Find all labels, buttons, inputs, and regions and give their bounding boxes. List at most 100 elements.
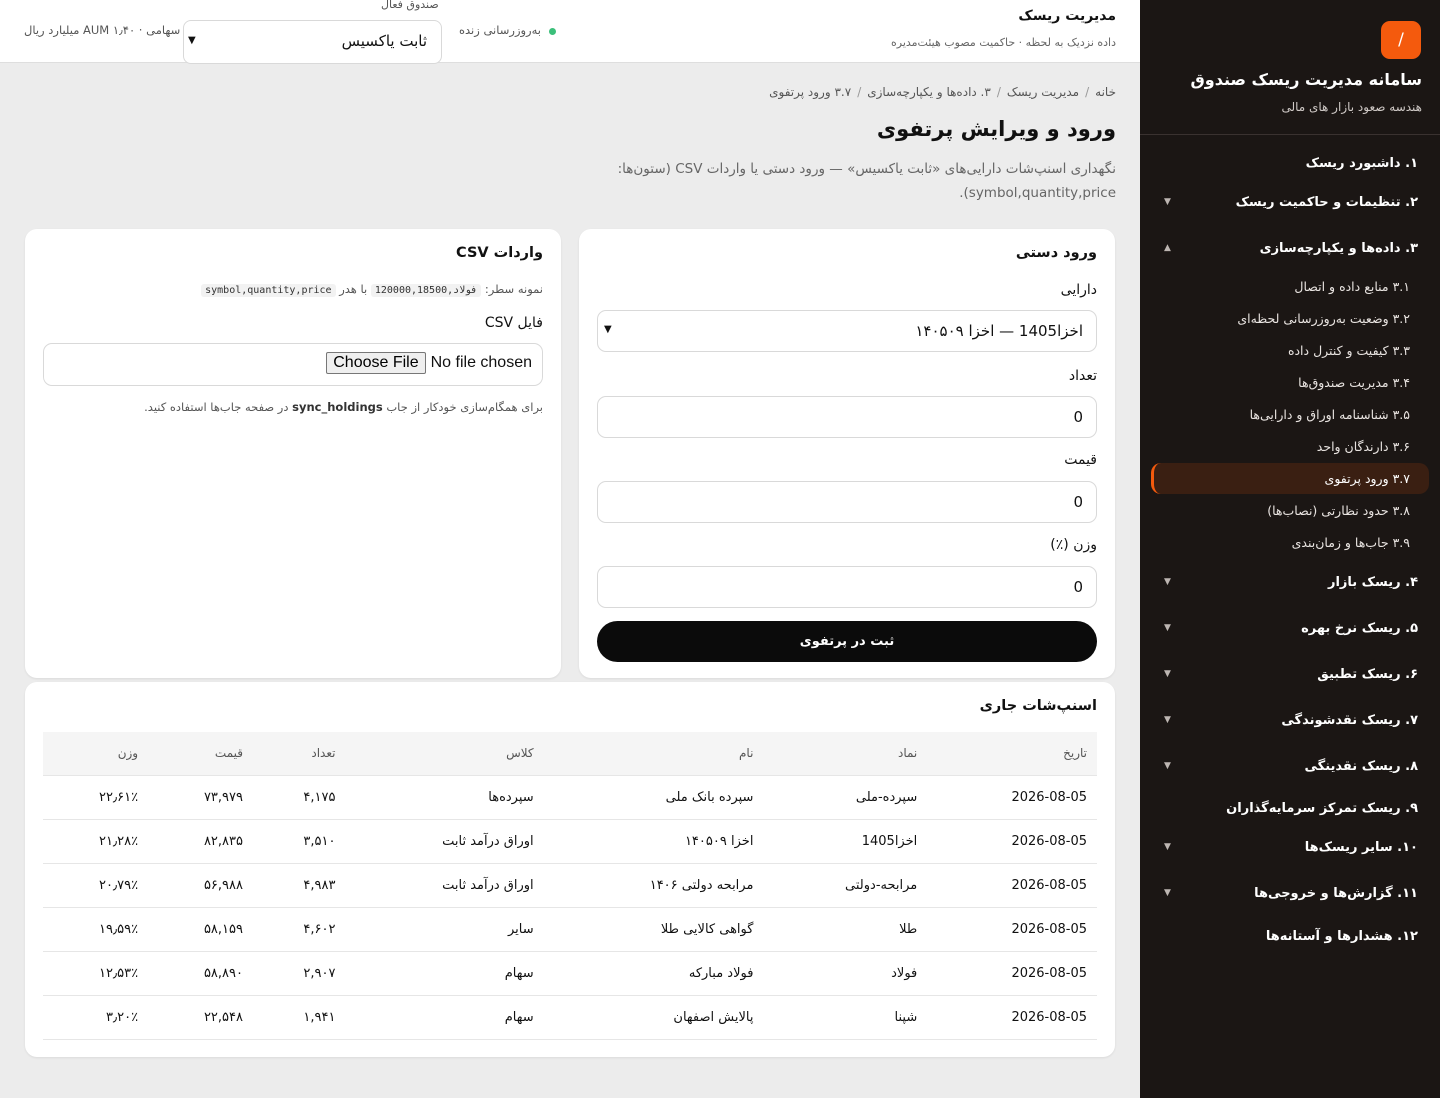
sidebar-item[interactable]: ۷. ریسک نقدشوندگی ▼ (1160, 708, 1418, 732)
asset-label: دارایی (1060, 282, 1097, 298)
snapshot-title: اسنپ‌شات جاری (979, 698, 1097, 714)
table-cell: 2026-08-05 (927, 775, 1097, 820)
table-row[interactable]: 2026-08-05 شپنا پالایش اصفهان سهام ۱,۹۴۱ ۲۲,۵… (43, 995, 1097, 1040)
table-row[interactable]: 2026-08-05 فولاد فولاد مبارکه سهام ۲,۹۰۷ ۵۸,۸… (43, 951, 1097, 996)
aum-label: سهامی · AUM ۱٫۴۰ میلیارد ریال (24, 23, 181, 37)
table-cell: ۱۲٫۵۳٪ (43, 951, 149, 996)
app-subtitle: هندسه صعود بازار های مالی (1281, 100, 1422, 114)
csv-import-title: واردات CSV (456, 245, 543, 261)
sidebar-item-label: ۴. ریسک بازار (1327, 574, 1418, 590)
csv-sample-header: symbol,quantity,price (201, 284, 336, 297)
table-row[interactable]: 2026-08-05 طلا گواهی کالایی طلا سایر ۴,۶۰۲ ۵۸… (43, 907, 1097, 952)
column-header[interactable]: نماد (763, 732, 928, 776)
snapshot-table: تاریخ نماد نام کلاس تعداد قیمت وزن 2026-08-05 س… (43, 732, 1097, 1040)
column-header[interactable]: قیمت (148, 732, 253, 776)
column-header[interactable]: وزن (43, 732, 149, 776)
table-cell: ۷۳,۹۷۹ (148, 775, 253, 820)
snapshot-card: اسنپ‌شات جاری تاریخ نماد نام کلاس تعداد قیمت و… (25, 682, 1115, 1057)
csv-file-input[interactable]: Choose File No file chosen (43, 343, 543, 386)
chevron-down-icon: ▼ (1164, 715, 1171, 725)
table-cell: اوراق درآمد ثابت (345, 863, 544, 908)
table-cell: 2026-08-05 (927, 995, 1097, 1040)
table-cell: سپرده بانک ملی (543, 775, 764, 820)
sidebar-item-label: ۵. ریسک نرخ بهره (1301, 620, 1418, 636)
app-logo: / (1381, 21, 1421, 59)
sidebar-item[interactable]: ۸. ریسک نقدینگی ▼ (1160, 754, 1418, 778)
fund-label: صندوق فعال (381, 0, 439, 11)
csv-sample-mid: با هدر (339, 282, 368, 296)
column-header[interactable]: نام (543, 732, 764, 776)
sidebar-item[interactable]: ۲. تنظیمات و حاکمیت ریسک ▼ (1160, 190, 1418, 214)
file-status: No file chosen (430, 354, 532, 371)
chevron-up-icon: ▲ (1164, 243, 1171, 253)
chevron-down-icon: ▼ (1164, 842, 1171, 852)
sidebar-item[interactable]: ۶. ریسک تطبیق ▼ (1160, 662, 1418, 686)
sidebar-item[interactable]: ۱۲. هشدارها و آستانه‌ها (1160, 924, 1418, 948)
csv-import-card: واردات CSV نمونه سطر: فولاد,120000,18500… (25, 229, 561, 678)
quantity-input[interactable]: 0 (597, 396, 1097, 438)
table-cell: ۲,۹۰۷ (253, 951, 346, 996)
sidebar-item-label: ۶. ریسک تطبیق (1317, 666, 1418, 682)
table-cell: گواهی کالایی طلا (543, 907, 764, 952)
breadcrumb-home[interactable]: خانه (1095, 85, 1116, 99)
sidebar-subitem[interactable]: ۳.۹ جاب‌ها و زمان‌بندی (1292, 531, 1410, 553)
sidebar-subitem[interactable]: ۳.۲ وضعیت به‌روزرسانی لحظه‌ای (1237, 307, 1410, 329)
breadcrumb-data[interactable]: ۳. داده‌ها و یکپارچه‌سازی (867, 85, 991, 99)
table-cell: ۳,۵۱۰ (253, 819, 346, 864)
asset-select[interactable]: اخزا1405 — اخزا ۱۴۰۵۰۹ ▼ (597, 310, 1097, 352)
sidebar-item[interactable]: ۱۰. سایر ریسک‌ها ▼ (1160, 835, 1418, 859)
fund-select-value: ثابت یاکسیس (341, 32, 427, 50)
csv-sync-note: برای همگام‌سازی خودکار از جاب sync_holdi… (144, 400, 543, 414)
sidebar-subitem[interactable]: ۳.۳ کیفیت و کنترل داده (1288, 339, 1410, 361)
weight-input[interactable]: 0 (597, 566, 1097, 608)
table-cell: 2026-08-05 (927, 863, 1097, 908)
sidebar-item-label: ۸. ریسک نقدینگی (1304, 758, 1418, 774)
table-cell: طلا (763, 907, 928, 952)
table-row[interactable]: 2026-08-05 سپرده-ملی سپرده بانک ملی سپرده‌ه… (43, 775, 1097, 820)
sidebar-subitem[interactable]: ۳.۵ شناسنامه اوراق و دارایی‌ها (1250, 403, 1410, 425)
column-header[interactable]: کلاس (345, 732, 544, 776)
table-cell: فولاد مبارکه (543, 951, 764, 996)
sidebar-item[interactable]: ۳. داده‌ها و یکپارچه‌سازی ▲ (1160, 236, 1418, 260)
choose-file-button[interactable]: Choose File (326, 352, 426, 374)
page-description: نگهداری اسنپ‌شات دارایی‌های «ثابت یاکسیس… (617, 161, 1116, 201)
sidebar-item[interactable]: ۵. ریسک نرخ بهره ▼ (1160, 616, 1418, 640)
sidebar-item-label: ۹. ریسک تمرکز سرمایه‌گذاران (1226, 800, 1418, 816)
chevron-down-icon: ▼ (1164, 623, 1171, 633)
table-row[interactable]: 2026-08-05 مرابحه-دولتی مرابحه دولتی ۱۴۰۶ ا… (43, 863, 1097, 908)
sidebar-item[interactable]: ۱. داشبورد ریسک (1160, 151, 1418, 175)
csv-sample-line: نمونه سطر: فولاد,120000,18500 با هدر sym… (201, 282, 543, 297)
live-status-dot (549, 28, 556, 35)
chevron-down-icon: ▼ (188, 35, 196, 46)
sidebar-item-label: ۱. داشبورد ریسک (1305, 155, 1418, 171)
sidebar-item-label: ۳. داده‌ها و یکپارچه‌سازی (1259, 240, 1418, 256)
table-row[interactable]: 2026-08-05 اخزا1405 اخزا ۱۴۰۵۰۹ اوراق درآمد… (43, 819, 1097, 864)
sidebar-subitem[interactable]: ۳.۶ دارندگان واحد (1317, 435, 1410, 457)
sidebar-item[interactable]: ۱۱. گزارش‌ها و خروجی‌ها ▼ (1160, 881, 1418, 905)
table-cell: ۲۱٫۲۸٪ (43, 819, 149, 864)
fund-select[interactable]: ثابت یاکسیس ▼ (183, 20, 442, 64)
price-value: 0 (1073, 493, 1083, 511)
column-header[interactable]: تاریخ (927, 732, 1097, 776)
sidebar-subitem[interactable]: ۳.۴ مدیریت صندوق‌ها (1298, 371, 1410, 393)
quantity-label: تعداد (1068, 368, 1097, 384)
table-cell: ۱,۹۴۱ (253, 995, 346, 1040)
sidebar-item[interactable]: ۹. ریسک تمرکز سرمایه‌گذاران (1160, 796, 1418, 820)
table-cell: اخزا1405 (763, 819, 928, 864)
table-cell: سایر (345, 907, 544, 952)
table-cell: ۸۲,۸۳۵ (148, 819, 253, 864)
sidebar-item-label: ۱۲. هشدارها و آستانه‌ها (1265, 928, 1418, 944)
sidebar-item[interactable]: ۴. ریسک بازار ▼ (1160, 570, 1418, 594)
column-header[interactable]: تعداد (253, 732, 346, 776)
table-cell: 2026-08-05 (927, 951, 1097, 996)
table-cell: ۲۲,۵۴۸ (148, 995, 253, 1040)
sidebar-subitem[interactable]: ۳.۸ حدود نظارتی (نصاب‌ها) (1267, 499, 1410, 521)
sidebar-subitem[interactable]: ۳.۱ منابع داده و اتصال (1294, 275, 1410, 297)
table-cell: سهام (345, 995, 544, 1040)
chevron-down-icon: ▼ (1164, 197, 1171, 207)
price-input[interactable]: 0 (597, 481, 1097, 523)
submit-portfolio-button[interactable]: ثبت در پرتفوی (597, 621, 1097, 662)
sidebar-subitem-active[interactable]: ۳.۷ ورود پرتفوی (1325, 467, 1410, 489)
breadcrumb-risk[interactable]: مدیریت ریسک (1007, 85, 1079, 99)
quantity-value: 0 (1073, 408, 1083, 426)
